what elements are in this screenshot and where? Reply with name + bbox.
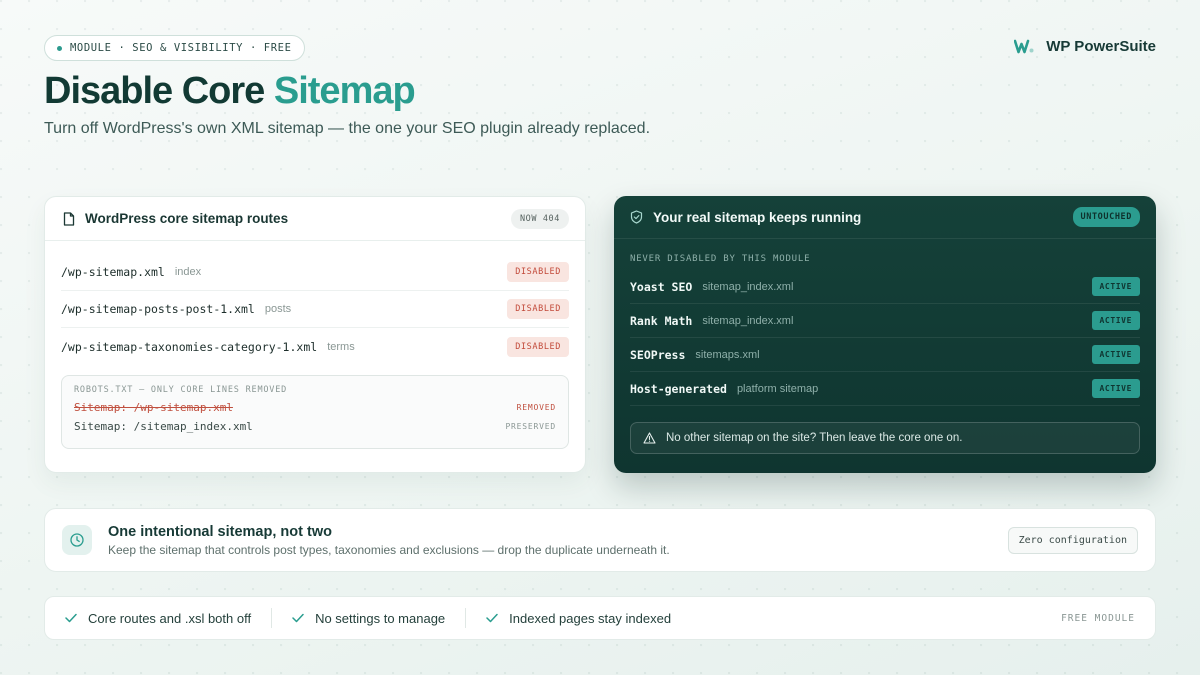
untouched-badge: UNTOUCHED [1072,207,1140,227]
plugin-name: SEOPress [630,347,686,362]
robots-removed-text: Sitemap: /wp-sitemap.xml [74,401,233,414]
plugin-file: sitemaps.xml [695,348,760,361]
plugin-name: Rank Math [630,313,693,328]
feature-label: Indexed pages stay indexed [509,610,672,626]
page-title: Disable Core Sitemap [44,70,416,113]
real-sitemap-header: Your real sitemap keeps running UNTOUCHE… [614,196,1156,239]
route-row: /wp-sitemap-posts-post-1.xml posts DISAB… [61,291,569,328]
check-icon [486,613,498,623]
feature-item: Indexed pages stay indexed [486,611,671,626]
feature-strip: Core routes and .xsl both off No setting… [44,596,1156,640]
shield-check-icon [630,210,643,224]
feature-banner: One intentional sitemap, not two Keep th… [44,508,1156,572]
check-icon [65,613,77,623]
feature-item: Core routes and .xsl both off [65,611,251,626]
feature-label: Core routes and .xsl both off [88,610,252,626]
feature-label: No settings to manage [315,610,446,626]
document-icon [63,211,75,226]
route-kind: index [174,266,202,278]
robots-kept-text: Sitemap: /sitemap_index.xml [74,420,253,433]
banner-title: One intentional sitemap, not two [108,523,332,540]
route-row: /wp-sitemap.xml index DISABLED [61,254,569,291]
disabled-badge: DISABLED [507,299,569,319]
robots-removed-line: Sitemap: /wp-sitemap.xml REMOVED [74,401,556,414]
plugin-row-yoast: Yoast SEO sitemap_index.xml ACTIVE [630,270,1140,304]
banner-subtitle: Keep the sitemap that controls post type… [108,542,670,557]
plugin-name: Host-generated [630,381,727,396]
core-routes-card: WordPress core sitemap routes NOW 404 /w… [44,196,586,473]
plugin-row-rank-math: Rank Math sitemap_index.xml ACTIVE [630,304,1140,338]
warning-notice: No other sitemap on the site? Then leave… [630,422,1140,454]
clock-icon-box [62,525,92,555]
disabled-badge: DISABLED [507,336,569,357]
route-kind: terms [327,340,355,353]
plugin-file: sitemap_index.xml [702,314,794,327]
brand-name: WP PowerSuite [1046,38,1156,55]
real-sitemap-title: Your real sitemap keeps running [653,209,862,225]
robots-kept-line: Sitemap: /sitemap_index.xml PRESERVED [74,420,556,433]
route-path: /wp-sitemap.xml [61,265,165,279]
route-path: /wp-sitemap-posts-post-1.xml [61,302,255,316]
module-pill: MODULE · SEO & VISIBILITY · FREE [44,35,305,61]
disabled-badge: DISABLED [507,262,569,282]
brand[interactable]: WP PowerSuite [1014,38,1156,55]
route-path: /wp-sitemap-taxonomies-category-1.xml [61,339,318,354]
free-module-tag: FREE MODULE [1061,612,1135,624]
robots-caption: ROBOTS.TXT — ONLY CORE LINES REMOVED [74,385,288,395]
check-icon [292,613,304,623]
plugin-row-seopress: SEOPress sitemaps.xml ACTIVE [630,338,1140,372]
page-title-main: Disable Core [44,70,265,112]
warning-triangle-icon [643,432,656,444]
plugin-file: platform sitemap [736,382,819,395]
zero-configuration-button[interactable]: Zero configuration [1007,526,1138,554]
pill-dot-icon [57,45,62,51]
warning-text: No other sitemap on the site? Then leave… [666,432,963,444]
core-routes-header: WordPress core sitemap routes NOW 404 [45,197,585,241]
page-title-accent: Sitemap [273,70,416,112]
clock-icon [70,533,84,547]
active-badge: ACTIVE [1091,311,1140,330]
never-disabled-caption: NEVER DISABLED BY THIS MODULE [630,254,811,264]
active-badge: ACTIVE [1091,379,1140,398]
plugin-file: sitemap_index.xml [702,280,794,293]
robots-txt-box: ROBOTS.TXT — ONLY CORE LINES REMOVED Sit… [61,375,569,449]
active-badge: ACTIVE [1091,345,1140,364]
core-routes-title: WordPress core sitemap routes [85,211,289,226]
removed-status: REMOVED [516,403,556,412]
route-row: /wp-sitemap-taxonomies-category-1.xml te… [61,328,569,365]
divider [271,608,273,628]
feature-item: No settings to manage [292,611,445,626]
plugin-row-host: Host-generated platform sitemap ACTIVE [630,372,1140,406]
preserved-status: PRESERVED [505,422,556,431]
banner-texts: One intentional sitemap, not two Keep th… [108,524,1008,557]
real-sitemap-card: Your real sitemap keeps running UNTOUCHE… [614,196,1156,473]
now-404-badge: NOW 404 [510,208,569,229]
divider [465,608,467,628]
route-kind: posts [264,303,292,315]
module-pill-label: MODULE · SEO & VISIBILITY · FREE [70,42,292,54]
active-badge: ACTIVE [1091,277,1140,296]
plugin-name: Yoast SEO [630,279,693,294]
wp-powersuite-logo-icon [1014,39,1034,53]
page-subtitle: Turn off WordPress's own XML sitemap — t… [44,120,651,137]
